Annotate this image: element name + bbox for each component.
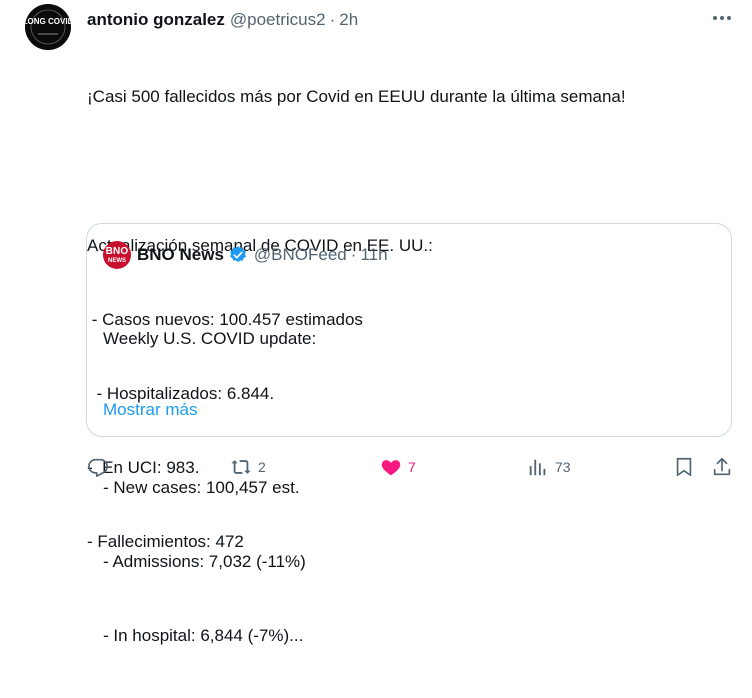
- quoted-tweet-header: BNO NEWS BNO News @BNOFeed · 11h: [103, 241, 388, 269]
- like-button[interactable]: 7: [380, 452, 416, 482]
- author-name[interactable]: antonio gonzalez: [87, 10, 225, 30]
- tweet-text-line: ¡Casi 500 fallecidos más por Covid en EE…: [87, 87, 626, 107]
- share-icon: [713, 457, 731, 476]
- tweet-actions: 2 7 73: [0, 452, 752, 482]
- reply-icon: [88, 458, 108, 477]
- views-icon: [529, 459, 546, 476]
- views-count: 73: [555, 459, 571, 475]
- more-dots-icon: [713, 16, 731, 20]
- bookmark-icon: [676, 457, 692, 477]
- quoted-text-line: Weekly U.S. COVID update:: [103, 329, 317, 349]
- retweet-count: 2: [258, 459, 266, 475]
- author-handle[interactable]: @poetricus2: [230, 10, 326, 30]
- bno-logo-subtext: NEWS: [108, 257, 126, 264]
- show-more-link[interactable]: Mostrar más: [103, 400, 197, 420]
- quoted-text-line: - In hospital: 6,844 (-7%)...: [103, 625, 304, 645]
- bookmark-button[interactable]: [673, 452, 695, 482]
- quoted-author-avatar[interactable]: BNO NEWS: [103, 241, 131, 269]
- heart-icon: [381, 460, 401, 476]
- quoted-tweet[interactable]: BNO NEWS BNO News @BNOFeed · 11h Weekly …: [86, 223, 732, 645]
- quoted-header-separator: ·: [350, 245, 357, 264]
- quoted-tweet-time[interactable]: 11h: [360, 245, 387, 265]
- tweet-text-line: [87, 160, 727, 185]
- tweet-time[interactable]: 2h: [339, 10, 358, 30]
- bno-logo-text: BNO: [105, 245, 129, 257]
- views-button[interactable]: 73: [527, 452, 571, 482]
- quoted-author-name[interactable]: BNO News: [137, 245, 224, 265]
- tweet-header: antonio gonzalez @poetricus2 · 2h: [87, 8, 358, 32]
- share-button[interactable]: [711, 452, 733, 482]
- long-covid-avatar: LONG COVID: [25, 4, 71, 50]
- retweet-icon: [231, 460, 251, 474]
- reply-button[interactable]: [87, 452, 109, 482]
- author-avatar[interactable]: LONG COVID: [25, 4, 71, 50]
- quoted-text-line: - Admissions: 7,032 (-11%): [103, 551, 306, 571]
- more-options-button[interactable]: [710, 8, 734, 28]
- retweet-button[interactable]: 2: [230, 452, 266, 482]
- like-count: 7: [408, 459, 416, 475]
- tweet[interactable]: LONG COVID antonio gonzalez @poetricus2 …: [0, 0, 752, 645]
- quoted-author-handle[interactable]: @BNOFeed: [254, 245, 347, 265]
- header-separator: ·: [329, 10, 336, 29]
- verified-badge-icon: [228, 245, 248, 265]
- avatar-text-long: LONG COVID: [25, 17, 71, 26]
